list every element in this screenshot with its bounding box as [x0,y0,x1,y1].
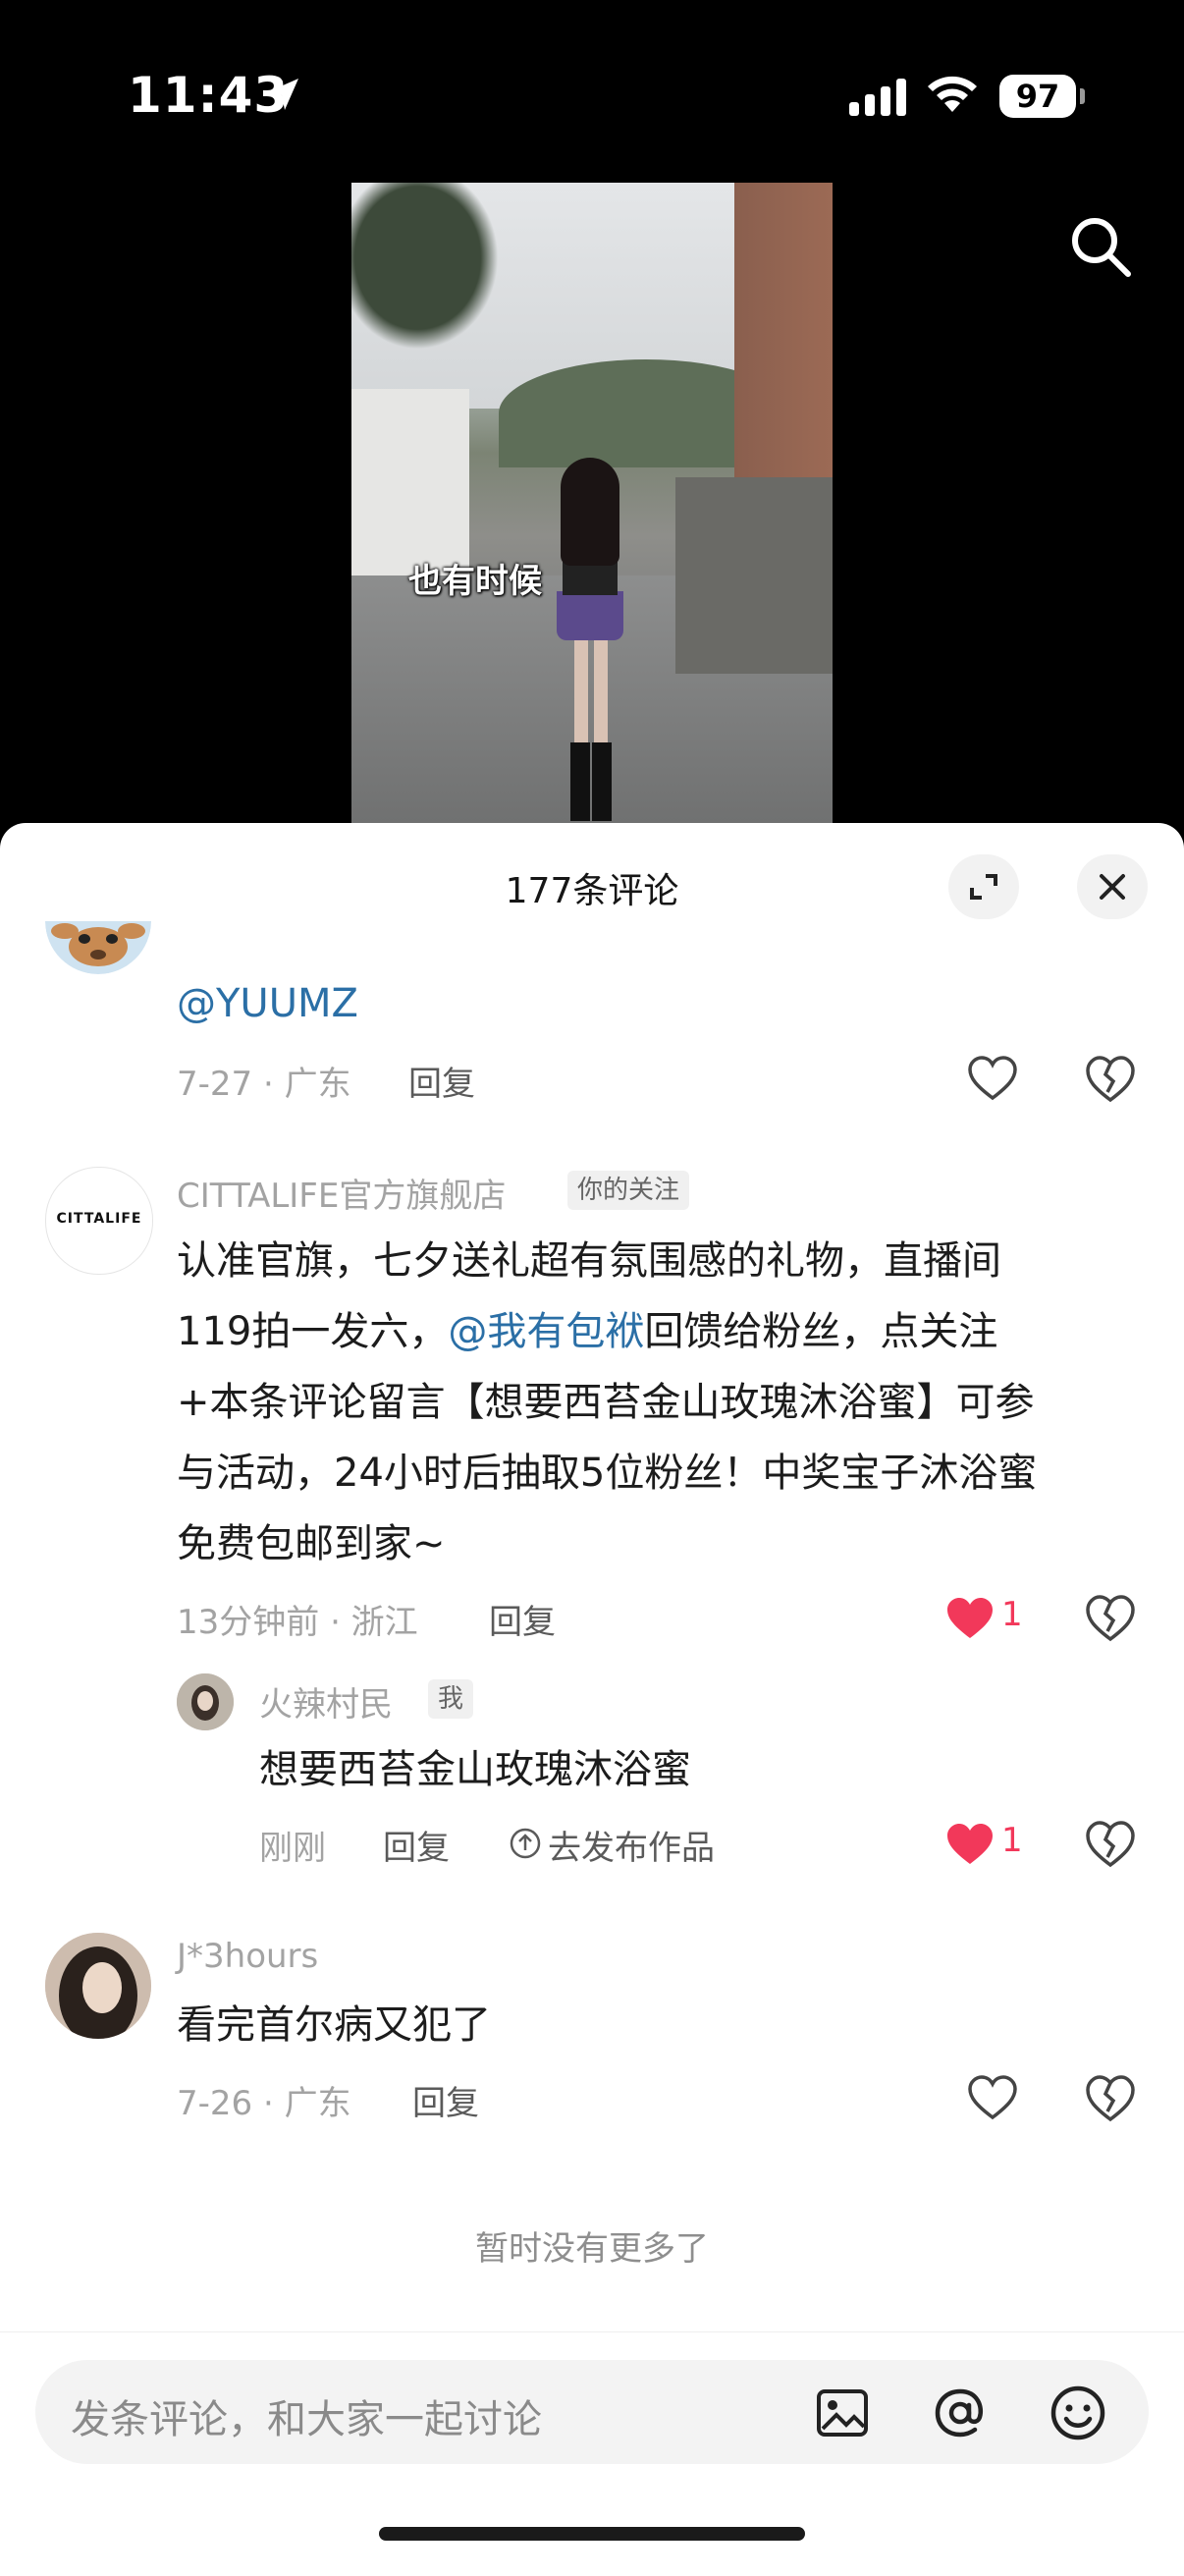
comment-line: 免费包邮到家~ [177,1521,446,1566]
reply-button[interactable]: 回复 [412,2076,479,2124]
video-player[interactable]: 也有时候 [351,183,833,825]
comment-text: 看完首尔病又犯了 [177,2002,491,2048]
comment-line: 与活动，24小时后抽取5位粉丝！中奖宝子沐浴蜜 [177,1451,1038,1496]
like-count: 1 [1001,1595,1023,1634]
close-button[interactable] [1077,854,1148,919]
reply-button[interactable]: 回复 [408,1057,475,1105]
username[interactable]: CITTALIFE官方旗舰店 [177,1169,506,1217]
comment-text: 认准官旗，七夕送礼超有氛围感的礼物，直播间 119拍一发六，@我有包袱回馈给粉丝… [177,1226,1139,1579]
heart-icon[interactable] [944,1595,996,1642]
reply-button[interactable]: 回复 [489,1595,556,1643]
battery-cap [1080,88,1085,104]
comment-line: +本条评论留言【想要西苔金山玫瑰沐浴蜜】可参 [177,1380,1035,1425]
comment-input[interactable]: 发条评论，和大家一起讨论 [35,2360,1149,2464]
mention-link[interactable]: @我有包袱 [448,1309,644,1354]
close-icon [1100,874,1125,900]
comment-text: @YUUMZ [177,968,358,1039]
location-arrow-icon [267,79,298,110]
comment-date-region: 7-27 · 广东 [177,1065,351,1104]
signal-icon [849,79,906,116]
emoji-icon[interactable] [1047,2382,1109,2444]
heart-icon[interactable] [944,1821,996,1868]
avatar[interactable]: CITTALIFE [45,1167,153,1275]
comment-input-bar: 发条评论，和大家一起讨论 [0,2331,1184,2576]
comment-sheet: 177条评论 @YUUMZ 7-27 · 广东 回复 CITTALIFE CIT… [0,823,1184,2576]
comment-input-placeholder: 发条评论，和大家一起讨论 [71,2397,542,2442]
follow-tag: 你的关注 [567,1171,690,1210]
wifi-icon [928,76,977,112]
avatar[interactable] [45,1933,151,2039]
battery-level: 97 [999,75,1076,118]
status-bar: 11:43 97 [0,0,1184,187]
reply-text: 想要西苔金山玫瑰沐浴蜜 [259,1747,691,1792]
reply-button[interactable]: 回复 [383,1821,450,1869]
reply-date: 刚刚 [259,1829,326,1868]
publish-work-label: 去发布作品 [548,1829,715,1868]
mention-link[interactable]: @YUUMZ [177,981,358,1026]
video-brick-building [734,183,833,507]
video-tree [351,183,499,350]
search-icon[interactable] [1065,211,1136,282]
comment-text-fragment: 119拍一发六， [177,1309,449,1354]
username[interactable]: J*3hours [177,1937,318,1976]
image-icon[interactable] [811,2382,874,2444]
expand-button[interactable] [948,854,1019,919]
dislike-heart-icon[interactable] [1085,1820,1136,1869]
home-indicator[interactable] [379,2527,805,2541]
comment-date-region: 7-26 · 广东 [177,2084,351,2123]
reply-avatar[interactable] [177,1673,234,1730]
comment-line: 认准官旗，七夕送礼超有氛围感的礼物，直播间 [177,1238,1001,1284]
dislike-heart-icon[interactable] [1085,2074,1136,2123]
dislike-heart-icon[interactable] [1085,1594,1136,1643]
expand-icon [970,874,997,900]
comment-date-region: 13分钟前 · 浙江 [177,1603,418,1642]
video-wall [675,477,833,674]
self-tag: 我 [428,1679,474,1719]
reply-username[interactable]: 火辣村民 [259,1677,393,1726]
video-person [557,458,623,821]
comment-text-fragment: 回馈给粉丝，点关注 [644,1309,998,1354]
avatar-logo-text: CITTALIFE [56,1211,142,1227]
upload-arrow-icon [510,1828,541,1859]
no-more-label: 暂时没有更多了 [475,2229,709,2269]
heart-icon[interactable] [967,2074,1018,2121]
video-caption: 也有时候 [408,562,542,601]
dislike-heart-icon[interactable] [1085,1055,1136,1104]
avatar[interactable] [45,921,151,974]
comment-line: 119拍一发六，@我有包袱回馈给粉丝，点关注 [177,1296,1139,1367]
like-count: 1 [1001,1821,1023,1860]
heart-icon[interactable] [967,1055,1018,1102]
at-icon[interactable] [929,2382,992,2444]
